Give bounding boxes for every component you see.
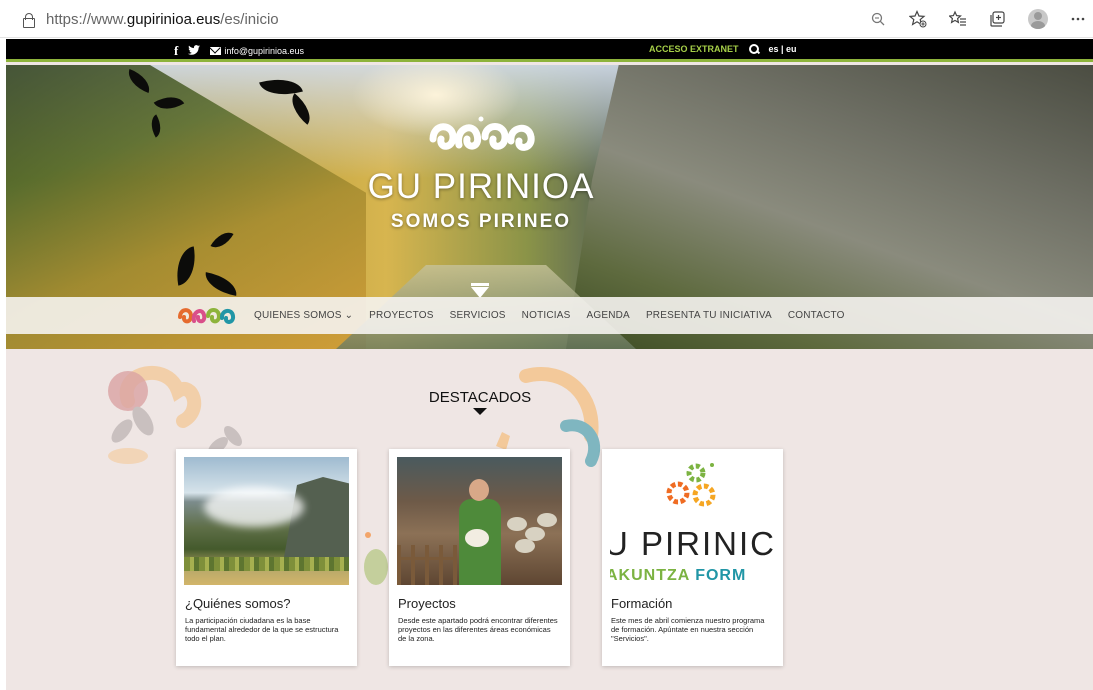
nav-item-presenta-iniciativa[interactable]: PRESENTA TU INICIATIVA <box>646 310 772 321</box>
email-text: info@gupirinioa.eus <box>224 46 305 56</box>
card-text: La participación ciudadana es la base fu… <box>185 616 339 643</box>
email-link[interactable]: info@gupirinioa.eus <box>210 46 304 56</box>
language-switcher[interactable]: es | eu <box>769 44 797 54</box>
featured-card-proyectos[interactable]: Proyectos Desde este apartado podrá enco… <box>389 449 570 666</box>
hero-subtitle: SOMOS PIRINEO <box>390 211 572 232</box>
featured-card-formacion[interactable]: U PIRINIC AKUNTZA FORM Formación Este me… <box>602 449 783 666</box>
card-title[interactable]: Formación <box>611 596 672 611</box>
card-image-formacion-logo: U PIRINIC AKUNTZA FORM <box>610 457 775 585</box>
social-links: f info@gupirinioa.eus <box>174 43 304 59</box>
featured-card-quienes-somos[interactable]: ¿Quiénes somos? La participación ciudada… <box>176 449 357 666</box>
main-navigation: QUIENES SOMOS ⌄ PROYECTOS SERVICIOS NOTI… <box>6 297 1093 334</box>
formacion-subtext-b: FORM <box>695 567 747 584</box>
web-page: f info@gupirinioa.eus ACCESO EXTRANET es… <box>6 39 1093 690</box>
formacion-logo-text: U PIRINIC <box>610 525 775 562</box>
site-topbar: f info@gupirinioa.eus ACCESO EXTRANET es… <box>6 39 1093 62</box>
url-domain: gupirinioa.eus <box>126 10 221 28</box>
more-icon[interactable] <box>1067 8 1089 30</box>
url-path: /es/inicio <box>220 10 279 28</box>
card-title[interactable]: ¿Quiénes somos? <box>185 596 291 611</box>
browser-toolbar: https://www.gupirinioa.eus/es/inicio <box>0 0 1093 38</box>
gears-icon <box>666 463 716 507</box>
browser-actions <box>867 8 1089 30</box>
url-prefix: https://www. <box>46 10 127 28</box>
favorite-add-icon[interactable] <box>907 8 929 30</box>
card-image-mountain <box>184 457 349 585</box>
zoom-icon[interactable] <box>867 8 889 30</box>
nav-item-noticias[interactable]: NOTICIAS <box>522 310 571 321</box>
address-bar[interactable]: https://www.gupirinioa.eus/es/inicio <box>6 6 886 32</box>
collections-icon[interactable] <box>987 8 1009 30</box>
card-text: Desde este apartado podrá encontrar dife… <box>398 616 558 643</box>
lock-icon <box>20 11 36 28</box>
url-text[interactable]: https://www.gupirinioa.eus/es/inicio <box>46 11 279 28</box>
nav-menu: QUIENES SOMOS ⌄ PROYECTOS SERVICIOS NOTI… <box>254 310 845 321</box>
twitter-icon[interactable] <box>188 44 201 58</box>
leaf-decoration <box>364 532 388 585</box>
search-icon[interactable] <box>748 44 759 54</box>
nav-item-contacto[interactable]: CONTACTO <box>788 310 845 321</box>
extranet-link[interactable]: ACCESO EXTRANET <box>649 44 739 54</box>
site-logo <box>429 116 535 151</box>
envelope-icon <box>210 47 222 55</box>
nav-item-quienes-somos[interactable]: QUIENES SOMOS ⌄ <box>254 310 353 321</box>
card-image-farmer <box>397 457 562 585</box>
profile-icon[interactable] <box>1027 8 1049 30</box>
avatar <box>1028 9 1048 29</box>
card-title[interactable]: Proyectos <box>398 596 456 611</box>
featured-heading: DESTACADOS <box>428 389 532 406</box>
favorites-icon[interactable] <box>947 8 969 30</box>
nav-item-servicios[interactable]: SERVICIOS <box>450 310 506 321</box>
leaf-decoration <box>284 93 318 125</box>
featured-arrow-icon <box>473 408 487 415</box>
nav-item-proyectos[interactable]: PROYECTOS <box>369 310 433 321</box>
hero-title: GU PIRINIOA <box>367 167 595 206</box>
facebook-icon[interactable]: f <box>174 43 178 59</box>
formacion-logo-subtext: AKUNTZA FORM <box>610 567 746 585</box>
card-text: Este mes de abril comienza nuestro progr… <box>611 616 765 643</box>
nav-logo[interactable] <box>176 304 236 328</box>
nav-item-agenda[interactable]: AGENDA <box>587 310 630 321</box>
topbar-right: ACCESO EXTRANET es | eu <box>649 44 797 54</box>
formacion-subtext-a: AKUNTZA <box>610 567 690 584</box>
